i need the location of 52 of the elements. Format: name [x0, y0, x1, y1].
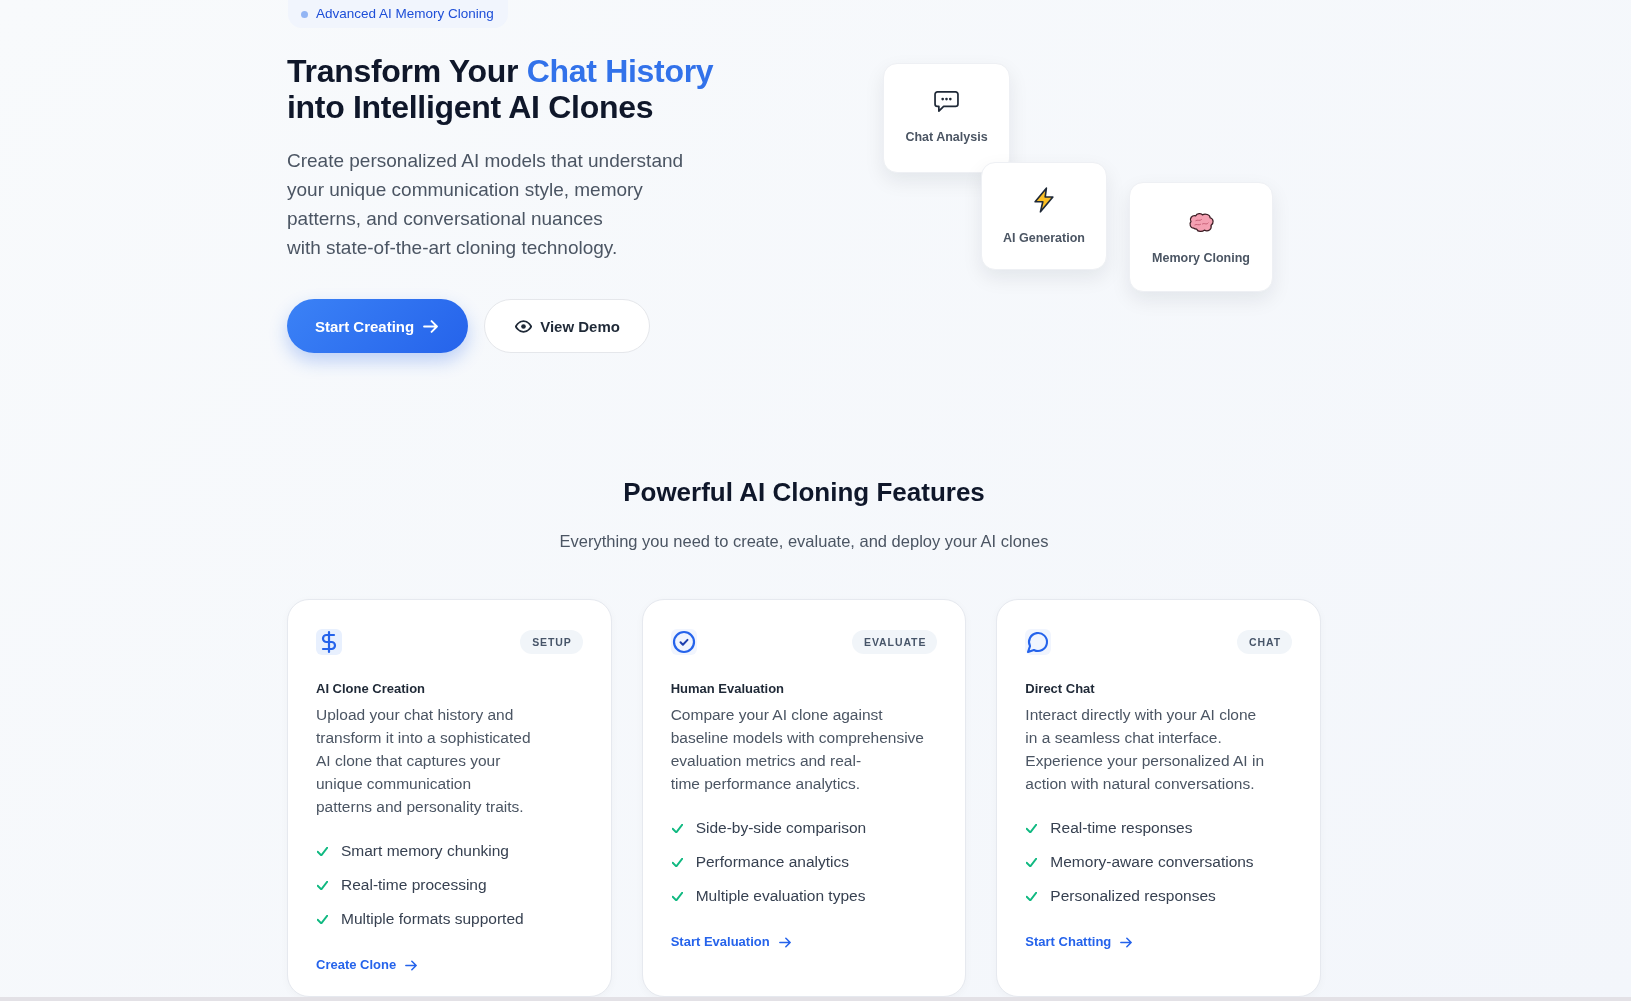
secondary-button[interactable]: View Demo [484, 299, 650, 353]
card-title: Direct Chat [1025, 680, 1095, 698]
category-tag: SETUP [520, 630, 583, 654]
card-action-link[interactable]: Create Clone [316, 956, 418, 974]
dollar-icon [316, 629, 342, 655]
feature-item: Multiple evaluation types [695, 886, 866, 906]
check-circle-icon [670, 629, 697, 655]
category-tag: EVALUATE [852, 630, 938, 654]
lightning-icon [1033, 186, 1055, 213]
feature-item: Real-time processing [341, 875, 487, 895]
dot-icon [301, 10, 308, 18]
feature-item: Performance analytics [695, 852, 849, 872]
feature-item: Real-time responses [1050, 818, 1193, 838]
card-title: AI Clone Creation [316, 680, 426, 698]
check-icon [1026, 891, 1038, 901]
speech-bubble-icon [1025, 629, 1052, 655]
card-title: Human Evaluation [670, 680, 785, 698]
category-tag: CHAT [1237, 630, 1292, 654]
feature-item: Side-by-side comparison [695, 818, 867, 838]
check-icon [317, 880, 328, 890]
arrow-right-icon [423, 319, 439, 333]
card-description: Upload your chat history and transform it into a sophisticated AI clone that captures your unique communication patterns and personality traits. [316, 705, 531, 817]
card-description: Compare your AI clone against baseline models with comprehensive evaluation metrics and real- time performance analytics. [670, 705, 924, 794]
card-action-link[interactable]: Start Chatting [1025, 933, 1133, 951]
check-icon [317, 914, 328, 924]
card-description: Interact directly with your AI clone in a seamless chat interface. Experience your personalized AI in action with natural conversations. [1025, 705, 1264, 794]
feature-item: Memory-aware conversations [1050, 852, 1254, 872]
check-icon [671, 823, 683, 833]
check-icon [1026, 823, 1038, 833]
check-icon [317, 846, 328, 856]
arrow-right-icon [1120, 936, 1133, 948]
check-icon [671, 891, 683, 901]
card-action-link[interactable]: Start Evaluation [670, 933, 791, 951]
feature-item: Smart memory chunking [341, 841, 509, 861]
check-icon [1026, 857, 1038, 867]
primary-button[interactable]: Start Creating [287, 299, 469, 353]
chat-bubble-icon [934, 91, 959, 112]
feature-item: Personalized responses [1050, 886, 1216, 906]
section-subtitle: Everything you need to create, evaluate, and deploy your AI clones [559, 531, 1049, 552]
hero-title: Transform Your Chat History into Intelligent AI Clones [287, 53, 714, 125]
floating-card-label: Chat Analysis [905, 129, 988, 145]
section-title: Powerful AI Cloning Features [623, 476, 985, 509]
floating-card-label: Memory Cloning [1152, 250, 1250, 266]
arrow-right-icon [778, 936, 791, 948]
brain-icon [1187, 212, 1215, 233]
hero-description: Create personalized AI models that understand your unique communication style, memory patterns, and conversational nuances with state-of-the-art cloning technology. [287, 149, 684, 260]
arrow-right-icon [405, 959, 418, 971]
feature-item: Multiple formats supported [341, 909, 524, 929]
floating-card-label: AI Generation [1003, 229, 1085, 246]
check-icon [671, 857, 683, 867]
eye-icon [515, 319, 533, 333]
pill-text: Advanced AI Memory Cloning [316, 5, 494, 23]
